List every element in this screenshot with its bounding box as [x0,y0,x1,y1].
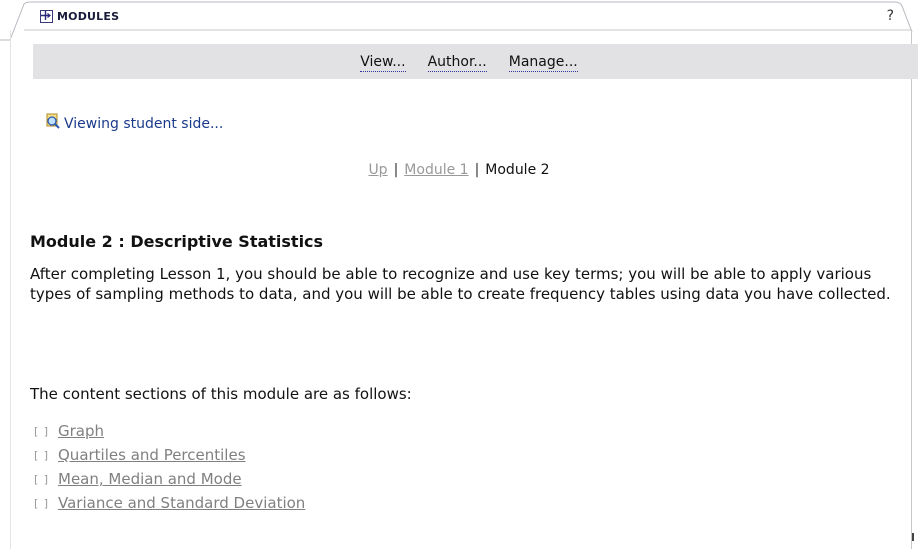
portlet-title: MODULES [40,10,119,23]
breadcrumb-current: Module 2 [485,162,550,178]
list-item: [ ] Quartiles and Percentiles [34,443,305,467]
list-item: [ ] Variance and Standard Deviation [34,491,305,515]
modules-portlet: MODULES ? View... Author... Manage... Vi… [0,0,918,549]
section-list: [ ] Graph [ ] Quartiles and Percentiles … [34,419,305,515]
breadcrumb: Up | Module 1 | Module 2 [0,162,918,178]
breadcrumb-separator: | [393,162,399,178]
corner-mark [912,533,914,541]
toolbar: View... Author... Manage... [33,44,918,79]
module-title: Module 2 : Descriptive Statistics [30,232,324,251]
section-bullet-icon: [ ] [34,424,50,438]
section-link-variance[interactable]: Variance and Standard Deviation [58,494,305,512]
view-menu-link[interactable]: View... [360,54,406,72]
breadcrumb-module-1-link[interactable]: Module 1 [404,162,468,178]
right-border [911,30,912,549]
list-item: [ ] Graph [34,419,305,443]
section-bullet-icon: [ ] [34,448,50,462]
help-link[interactable]: ? [887,8,894,24]
breadcrumb-separator: | [474,162,480,178]
section-bullet-icon: [ ] [34,496,50,510]
section-bullet-icon: [ ] [34,472,50,486]
section-link-quartiles[interactable]: Quartiles and Percentiles [58,446,246,464]
portlet-title-text: MODULES [57,10,120,23]
module-description: After completing Lesson 1, you should be… [30,265,891,303]
tab-shape [0,1,913,41]
section-link-graph[interactable]: Graph [58,422,104,440]
sections-intro: The content sections of this module are … [30,385,412,403]
portlet-move-icon[interactable] [40,10,53,23]
magnifier-page-icon [44,113,61,134]
author-menu-link[interactable]: Author... [427,54,487,72]
manage-menu-link[interactable]: Manage... [508,54,578,72]
viewing-status-text: Viewing student side... [64,115,224,132]
section-link-mean-median-mode[interactable]: Mean, Median and Mode [58,470,242,488]
portlet-header: MODULES ? [0,0,918,42]
list-item: [ ] Mean, Median and Mode [34,467,305,491]
left-border [10,30,11,549]
viewing-status: Viewing student side... [44,113,223,134]
breadcrumb-up-link[interactable]: Up [368,162,387,178]
